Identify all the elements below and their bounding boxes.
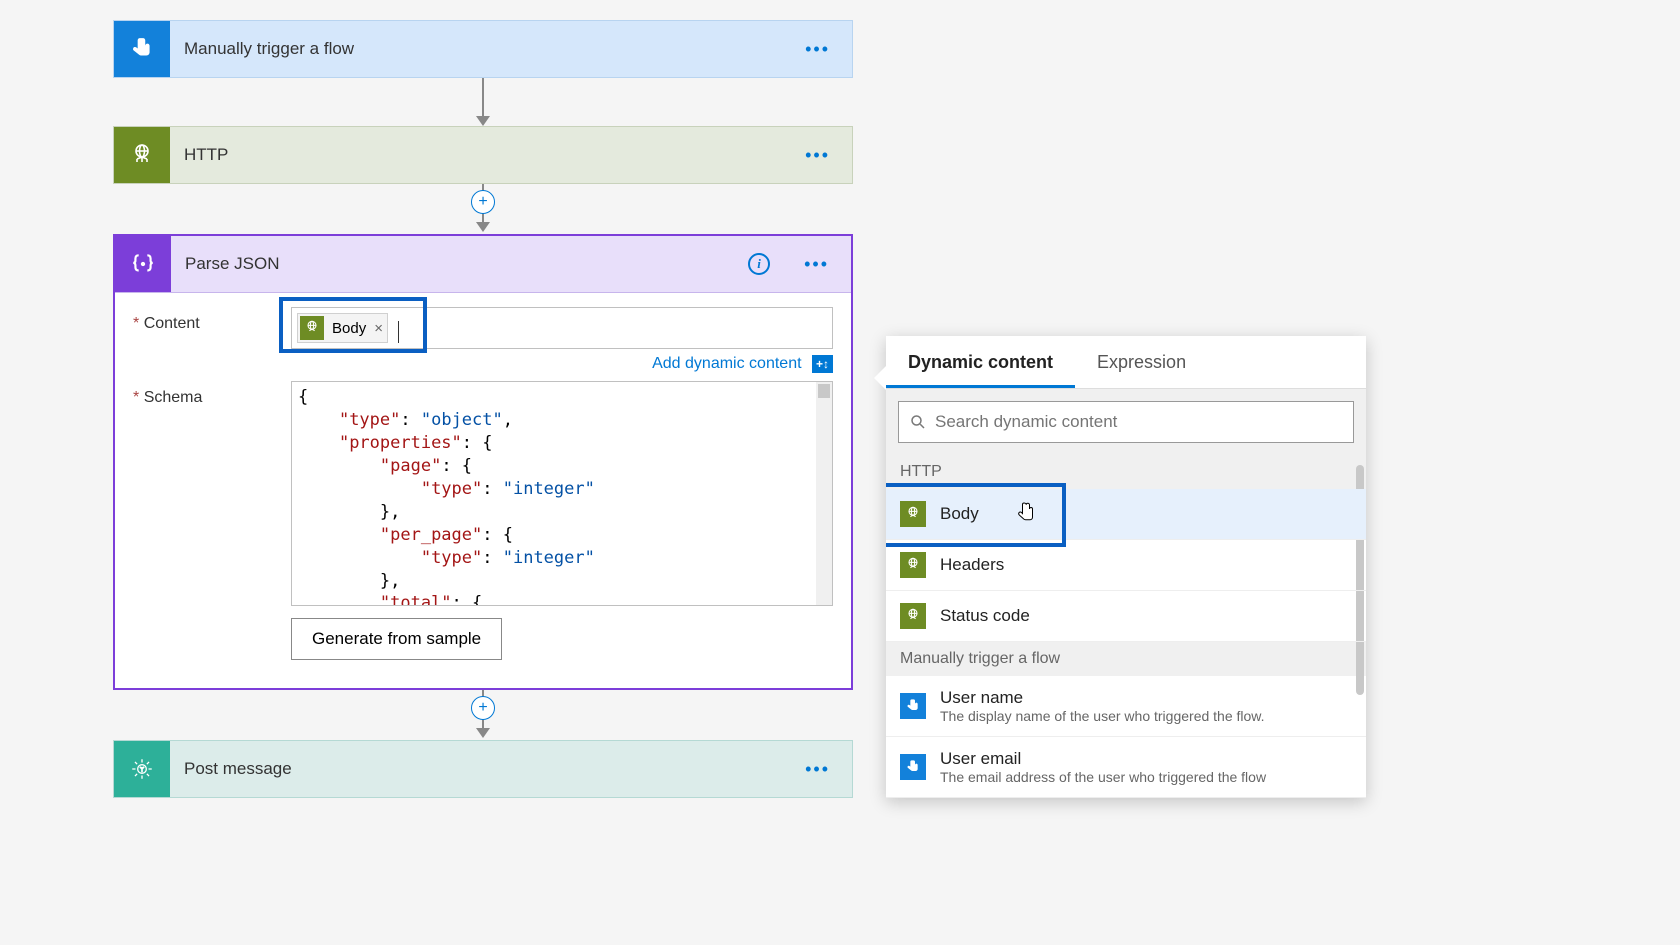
http-icon [900, 603, 926, 629]
search-icon [909, 413, 927, 431]
step-manual-trigger[interactable]: Manually trigger a flow ••• [113, 20, 853, 78]
flyout-item-title: Headers [940, 555, 1352, 575]
more-menu-button[interactable]: ••• [783, 759, 852, 780]
search-input-field[interactable] [935, 412, 1343, 432]
info-icon[interactable]: i [748, 253, 770, 275]
flyout-item-user-name[interactable]: User nameThe display name of the user wh… [886, 676, 1366, 737]
http-icon [114, 127, 170, 183]
flyout-item-description: The email address of the user who trigge… [940, 769, 1352, 785]
tab-expression[interactable]: Expression [1075, 336, 1208, 388]
more-menu-button[interactable]: ••• [783, 145, 852, 166]
flyout-item-title: Status code [940, 606, 1352, 626]
more-menu-button[interactable]: ••• [782, 254, 851, 275]
flyout-item-status-code[interactable]: Status code [886, 591, 1366, 642]
schema-field-label: * Schema [133, 381, 291, 660]
step-parse-json: Parse JSON i ••• * Content Body × [113, 234, 853, 690]
flyout-section-header: HTTP [886, 455, 1366, 489]
generate-from-sample-button[interactable]: Generate from sample [291, 618, 502, 660]
flyout-item-user-email[interactable]: User emailThe email address of the user … [886, 737, 1366, 798]
scrollbar[interactable] [816, 382, 832, 605]
step-title: Parse JSON [171, 254, 748, 274]
step-title: Manually trigger a flow [170, 39, 783, 59]
text-cursor [398, 321, 399, 343]
parse-json-header[interactable]: Parse JSON i ••• [115, 236, 851, 293]
flyout-item-headers[interactable]: Headers [886, 540, 1366, 591]
token-remove-button[interactable]: × [374, 320, 383, 337]
content-field-label: * Content [133, 307, 291, 373]
manual-trigger-icon [114, 21, 170, 77]
manual-trigger-icon [900, 754, 926, 780]
step-http[interactable]: HTTP ••• [113, 126, 853, 184]
content-input[interactable]: Body × [291, 307, 833, 349]
flyout-item-title: Body [940, 504, 1352, 524]
http-icon [900, 501, 926, 527]
parse-json-icon [115, 236, 171, 292]
token-label: Body [332, 320, 366, 337]
more-menu-button[interactable]: ••• [783, 39, 852, 60]
connector-arrow: + [113, 690, 853, 740]
add-dynamic-content-badge[interactable]: +↕ [812, 355, 833, 373]
manual-trigger-icon [900, 693, 926, 719]
connector-arrow: + [113, 184, 853, 234]
add-dynamic-content-link[interactable]: Add dynamic content [652, 355, 801, 372]
flyout-item-title: User name [940, 688, 1352, 708]
step-title: HTTP [170, 145, 783, 165]
body-token[interactable]: Body × [297, 313, 388, 343]
connector-arrow [113, 78, 853, 126]
teams-icon [114, 741, 170, 797]
http-icon [300, 316, 324, 340]
schema-textarea[interactable]: { "type": "object", "properties": { "pag… [291, 381, 833, 606]
flyout-item-description: The display name of the user who trigger… [940, 708, 1352, 724]
flyout-section-header: Manually trigger a flow [886, 642, 1366, 676]
flyout-item-body[interactable]: Body [886, 489, 1366, 540]
dynamic-content-flyout: Dynamic content Expression HTTP Body Heade… [886, 336, 1366, 798]
flyout-pointer [874, 366, 886, 390]
add-step-button[interactable]: + [471, 190, 495, 214]
tab-dynamic-content[interactable]: Dynamic content [886, 336, 1075, 388]
step-title: Post message [170, 759, 783, 779]
search-dynamic-content-input[interactable] [898, 401, 1354, 443]
flyout-item-title: User email [940, 749, 1352, 769]
add-step-button[interactable]: + [471, 696, 495, 720]
http-icon [900, 552, 926, 578]
step-post-message[interactable]: Post message ••• [113, 740, 853, 798]
